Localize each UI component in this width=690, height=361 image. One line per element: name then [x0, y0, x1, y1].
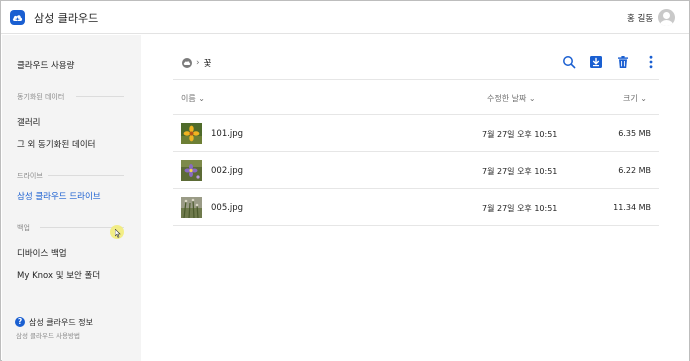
- mouse-pointer-icon: [115, 229, 121, 238]
- header: 삼성 클라우드 홍 길동: [1, 1, 689, 34]
- file-date: 7월 27일 오후 10:51: [482, 167, 558, 176]
- sidebar-item-usage[interactable]: 클라우드 사용량: [17, 59, 74, 71]
- cloud-icon[interactable]: [182, 58, 192, 68]
- sidebar-item-device-backup[interactable]: 디바이스 백업: [17, 247, 67, 259]
- file-name: 002.jpg: [211, 166, 244, 176]
- column-header-size[interactable]: 크기 ⌄: [623, 93, 647, 104]
- file-date: 7월 27일 오후 10:51: [482, 204, 558, 213]
- file-size: 6.35 MB: [618, 129, 651, 138]
- column-header-name-label: 이름: [181, 94, 196, 103]
- file-row[interactable]: 101.jpg 7월 27일 오후 10:51 6.35 MB: [173, 115, 659, 152]
- sidebar-item-other-sync[interactable]: 그 외 동기화된 데이터: [17, 138, 96, 150]
- sidebar-item-knox[interactable]: My Knox 및 보안 폴더: [17, 269, 100, 281]
- file-size: 6.22 MB: [618, 166, 651, 175]
- info-subtitle[interactable]: 삼성 클라우드 사용방법: [16, 330, 80, 340]
- column-header-modified[interactable]: 수정한 날짜 ⌄: [487, 93, 536, 104]
- sidebar-section-sync: 동기화된 데이터: [17, 93, 65, 101]
- divider: [173, 79, 659, 80]
- chevron-down-icon: ⌄: [528, 94, 536, 103]
- column-header-modified-label: 수정한 날짜: [487, 94, 527, 103]
- sidebar-item-drive[interactable]: 삼성 클라우드 드라이브: [17, 190, 101, 202]
- sidebar-divider: [48, 175, 124, 176]
- file-thumbnail: [181, 123, 202, 144]
- info-title[interactable]: 삼성 클라우드 정보: [29, 317, 93, 328]
- file-thumbnail: [181, 160, 202, 181]
- download-icon[interactable]: [589, 55, 603, 69]
- file-row[interactable]: 005.jpg 7월 27일 오후 10:51 11.34 MB: [173, 189, 659, 226]
- sidebar-item-gallery[interactable]: 갤러리: [17, 116, 40, 128]
- more-icon[interactable]: [644, 55, 658, 69]
- breadcrumb-current: 꽃: [203, 59, 212, 69]
- file-size: 11.34 MB: [613, 203, 651, 212]
- chevron-down-icon: ⌄: [640, 94, 647, 103]
- avatar-icon[interactable]: [658, 9, 675, 26]
- column-header-size-label: 크기: [623, 94, 638, 103]
- main-panel: › 꽃 이름 ⌄ 수정한 날짜 ⌄ 크기 ⌄ 101.jpg 7월 27일 오후…: [141, 35, 689, 361]
- sidebar-section-drive: 드라이브: [17, 172, 43, 180]
- trash-icon[interactable]: [616, 55, 630, 69]
- app-title[interactable]: 삼성 클라우드: [34, 10, 98, 26]
- file-row[interactable]: 002.jpg 7월 27일 오후 10:51 6.22 MB: [173, 152, 659, 189]
- chevron-down-icon: ⌄: [198, 94, 205, 103]
- breadcrumb: › 꽃: [182, 57, 211, 69]
- help-icon: ?: [15, 317, 25, 327]
- file-name: 101.jpg: [211, 129, 244, 139]
- sidebar-divider: [76, 96, 124, 97]
- chevron-right-icon: ›: [196, 58, 200, 68]
- app-window: 삼성 클라우드 홍 길동 클라우드 사용량 동기화된 데이터 갤러리 그 외 동…: [0, 0, 690, 361]
- search-icon[interactable]: [562, 55, 576, 69]
- column-header-name[interactable]: 이름 ⌄: [181, 93, 205, 104]
- sidebar: 클라우드 사용량 동기화된 데이터 갤러리 그 외 동기화된 데이터 드라이브 …: [2, 35, 141, 361]
- file-name: 005.jpg: [211, 203, 244, 213]
- cloud-logo-icon[interactable]: [10, 10, 25, 25]
- sidebar-section-backup: 백업: [17, 224, 30, 232]
- file-date: 7월 27일 오후 10:51: [482, 130, 558, 139]
- file-thumbnail: [181, 197, 202, 218]
- user-name[interactable]: 홍 길동: [627, 12, 653, 24]
